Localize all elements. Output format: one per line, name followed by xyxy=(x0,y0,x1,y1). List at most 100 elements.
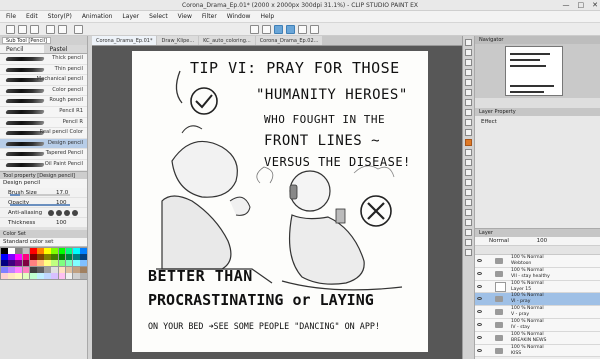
layer-row[interactable]: 100 % Normal Webtoon xyxy=(475,255,600,268)
thickness-row[interactable]: Thickness 100 xyxy=(0,217,87,228)
color-swatch[interactable] xyxy=(80,273,87,280)
brush-item[interactable]: Thick pencil xyxy=(0,54,87,65)
color-swatch[interactable] xyxy=(29,247,37,254)
brush-item-selected[interactable]: Design pencil xyxy=(0,138,87,150)
color-swatch[interactable] xyxy=(22,266,30,273)
correct-line-icon[interactable] xyxy=(465,209,472,216)
brush-item[interactable]: Pencil R xyxy=(0,118,87,129)
doc-tab[interactable]: Draw_Klipe... xyxy=(157,36,199,45)
color-swatch[interactable] xyxy=(22,253,30,260)
history-icon[interactable] xyxy=(465,79,472,86)
color-swatch[interactable] xyxy=(1,273,8,280)
tab-pastel[interactable]: Pastel xyxy=(43,45,87,54)
anti-aliasing-options[interactable] xyxy=(48,209,78,216)
layer-row[interactable]: 100 % Normal Layer 15 xyxy=(475,280,600,294)
color-swatch[interactable] xyxy=(44,247,51,254)
save-icon[interactable] xyxy=(30,25,39,34)
color-swatch[interactable] xyxy=(36,253,44,260)
color-swatch[interactable] xyxy=(15,266,23,273)
color-swatch[interactable] xyxy=(29,260,37,267)
color-swatch[interactable] xyxy=(44,260,51,267)
brush-size-slider[interactable]: Brush Size 17.0 xyxy=(0,187,87,198)
layer-opacity-value[interactable]: 100 xyxy=(537,238,548,244)
menu-help[interactable]: Help xyxy=(260,13,274,20)
ruler-icon[interactable] xyxy=(465,189,472,196)
color-swatch[interactable] xyxy=(51,266,59,273)
layer-row[interactable]: 100 % Normal KISS xyxy=(475,344,600,358)
redo-icon[interactable] xyxy=(58,25,67,34)
color-swatch[interactable] xyxy=(22,247,30,254)
layer-row-selected[interactable]: 100 % Normal VI - pray xyxy=(475,293,600,307)
doc-tab[interactable]: Corona_Drama_Ep.02... xyxy=(255,36,323,45)
color-swatch[interactable] xyxy=(80,266,87,273)
pen-icon[interactable] xyxy=(465,99,472,106)
color-swatch[interactable] xyxy=(1,266,8,273)
layer-row[interactable]: 100 % Normal V - pray xyxy=(475,306,600,319)
color-set-select[interactable]: Standard color set xyxy=(0,237,87,247)
move-icon[interactable] xyxy=(465,239,472,246)
color-swatch[interactable] xyxy=(44,266,51,273)
brush-size-value[interactable]: 17.0 xyxy=(56,188,68,198)
sub-view-icon[interactable] xyxy=(465,49,472,56)
color-swatch[interactable] xyxy=(65,266,73,273)
opacity-value[interactable]: 100 xyxy=(56,198,67,208)
brush-item[interactable]: Pencil R1 xyxy=(0,107,87,118)
layer-row[interactable]: 100 % Normal VII - stay healthy xyxy=(475,267,600,281)
brush-item[interactable]: Oil Paint Pencil xyxy=(0,160,87,171)
brush-icon[interactable] xyxy=(465,119,472,126)
doc-tab-active[interactable]: Corona_Drama_Ep.01* xyxy=(92,36,157,45)
color-swatch[interactable] xyxy=(65,247,73,254)
color-swatch[interactable] xyxy=(36,260,44,267)
gradient-icon[interactable] xyxy=(465,169,472,176)
text-icon[interactable] xyxy=(465,149,472,156)
color-swatch[interactable] xyxy=(80,260,87,267)
snap-ruler-icon[interactable] xyxy=(262,25,271,34)
color-swatch[interactable] xyxy=(58,266,66,273)
color-swatch[interactable] xyxy=(15,273,23,280)
frame-icon[interactable] xyxy=(465,179,472,186)
visibility-eye-icon[interactable] xyxy=(477,297,482,301)
tab-pencil[interactable]: Pencil xyxy=(0,45,44,54)
balloon-icon[interactable] xyxy=(465,199,472,206)
menu-window[interactable]: Window xyxy=(227,13,251,20)
color-swatch[interactable] xyxy=(8,253,15,260)
color-picker-icon[interactable] xyxy=(465,139,472,146)
menu-layer[interactable]: Layer xyxy=(122,13,139,20)
color-swatch[interactable] xyxy=(58,253,66,260)
zoom-icon[interactable] xyxy=(465,249,472,256)
layer-property-icon[interactable] xyxy=(465,69,472,76)
layer-row[interactable]: 100 % Normal BREAKIN NEWS xyxy=(475,331,600,345)
color-swatch[interactable] xyxy=(22,260,30,267)
visibility-eye-icon[interactable] xyxy=(477,335,482,339)
color-swatch[interactable] xyxy=(1,253,8,260)
color-swatch[interactable] xyxy=(72,247,80,254)
color-swatch[interactable] xyxy=(36,273,44,280)
color-swatch[interactable] xyxy=(8,273,15,280)
color-swatch[interactable] xyxy=(51,260,59,267)
color-swatch[interactable] xyxy=(8,247,15,254)
menu-select[interactable]: Select xyxy=(149,13,168,20)
color-swatch[interactable] xyxy=(51,273,59,280)
color-swatch[interactable] xyxy=(1,247,8,254)
color-swatch[interactable] xyxy=(15,260,23,267)
visibility-eye-icon[interactable] xyxy=(477,310,482,314)
snap-ruler-icon[interactable] xyxy=(250,25,259,34)
color-swatch[interactable] xyxy=(22,273,30,280)
undo-icon[interactable] xyxy=(46,25,55,34)
info-icon[interactable] xyxy=(465,59,472,66)
color-swatch[interactable] xyxy=(1,260,8,267)
color-swatch[interactable] xyxy=(29,273,37,280)
menu-story[interactable]: Story(P) xyxy=(48,13,72,20)
menu-edit[interactable]: Edit xyxy=(26,13,38,20)
blend-mode-select[interactable]: Normal 100 xyxy=(475,237,600,246)
snap-special-ruler-icon[interactable] xyxy=(274,25,283,34)
color-swatch[interactable] xyxy=(29,253,37,260)
subtool-tab[interactable]: Sub Tool [Pencil] xyxy=(2,37,51,44)
color-swatch[interactable] xyxy=(65,253,73,260)
visibility-eye-icon[interactable] xyxy=(477,348,482,352)
color-swatch[interactable] xyxy=(8,266,15,273)
brush-item[interactable]: Real pencil Color xyxy=(0,128,87,139)
color-swatch[interactable] xyxy=(58,247,66,254)
color-swatch[interactable] xyxy=(51,247,59,254)
lasso-icon[interactable] xyxy=(465,229,472,236)
